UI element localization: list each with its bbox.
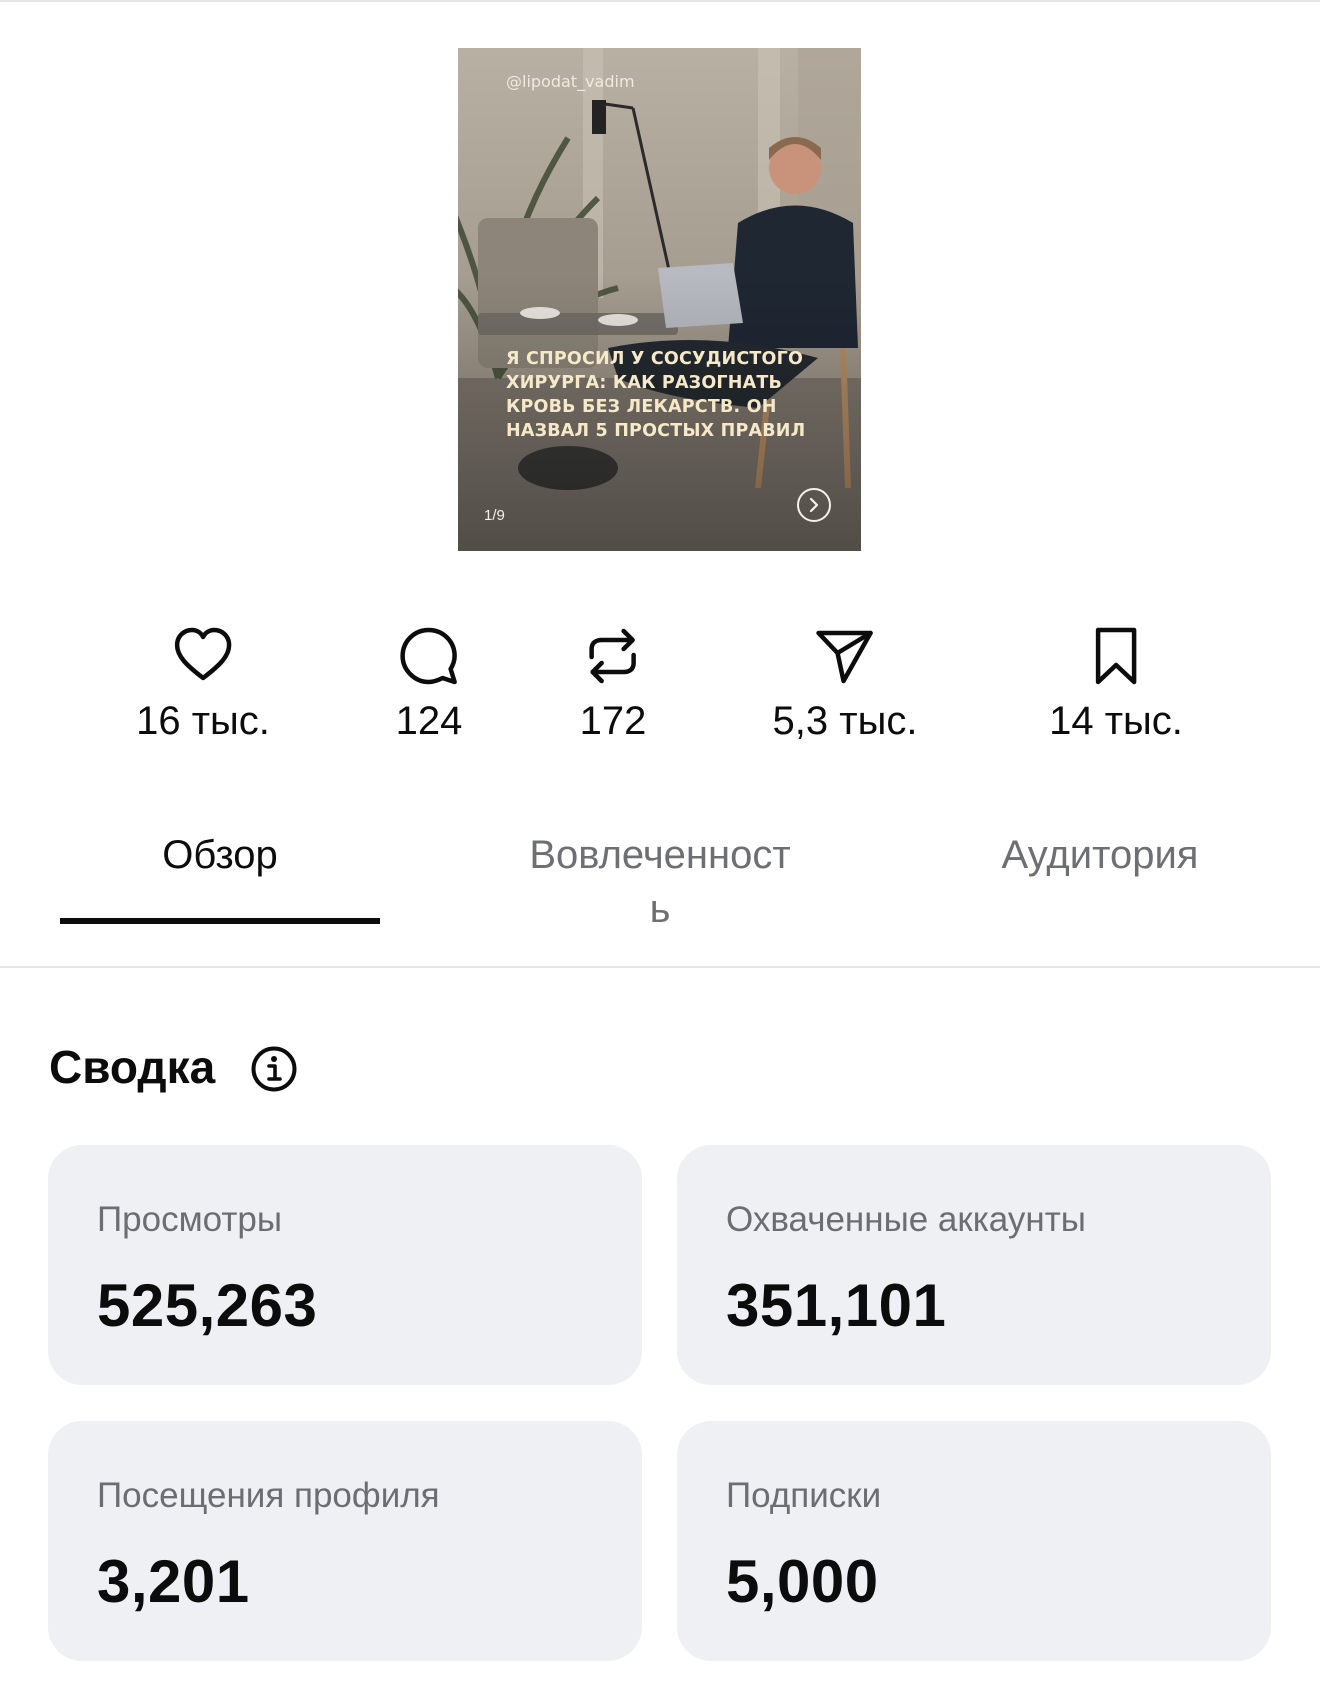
accounts-reached-card[interactable]: Охваченные аккаунты 351,101 <box>677 1145 1271 1385</box>
active-tab-indicator <box>60 918 380 924</box>
tab-engagement[interactable]: Вовлеченност ь <box>500 828 820 936</box>
post-photo <box>458 48 861 551</box>
shares-stat[interactable]: 5,3 тыс. <box>772 625 918 744</box>
bookmark-icon <box>1085 625 1147 687</box>
slide-counter: 1/9 <box>484 507 505 524</box>
tab-overview[interactable]: Обзор <box>60 828 380 882</box>
comment-icon <box>398 625 460 687</box>
post-preview[interactable]: @lipodat_vadim Я спросил у сосудистого х… <box>458 48 861 551</box>
tab-audience[interactable]: Аудитория <box>940 828 1260 882</box>
comments-count: 124 <box>395 699 463 743</box>
info-icon[interactable] <box>250 1045 298 1093</box>
summary-title: Сводка <box>49 1041 216 1093</box>
share-icon <box>814 625 876 687</box>
saves-count: 14 тыс. <box>1049 699 1183 743</box>
profile-visits-card[interactable]: Посещения профиля 3,201 <box>48 1421 642 1661</box>
repost-icon <box>582 625 644 687</box>
top-divider <box>0 0 1320 2</box>
comments-stat[interactable]: 124 <box>395 625 463 744</box>
reposts-stat[interactable]: 172 <box>579 625 647 744</box>
post-caption: Я спросил у сосудистого хирурга: как раз… <box>506 349 806 441</box>
tabs-divider <box>0 966 1320 968</box>
accounts-reached-label: Охваченные аккаунты <box>726 1200 1086 1239</box>
likes-count: 16 тыс. <box>136 699 270 743</box>
views-card[interactable]: Просмотры 525,263 <box>48 1145 642 1385</box>
follows-label: Подписки <box>726 1476 882 1515</box>
next-slide-button[interactable] <box>797 488 831 522</box>
profile-visits-label: Посещения профиля <box>97 1476 440 1515</box>
likes-stat[interactable]: 16 тыс. <box>136 625 270 744</box>
post-handle: @lipodat_vadim <box>506 72 635 91</box>
follows-value: 5,000 <box>726 1548 879 1615</box>
chevron-right-icon <box>809 497 819 513</box>
shares-count: 5,3 тыс. <box>772 699 918 743</box>
saves-stat[interactable]: 14 тыс. <box>1049 625 1183 744</box>
profile-visits-value: 3,201 <box>97 1548 250 1615</box>
heart-icon <box>172 625 234 687</box>
reposts-count: 172 <box>579 699 647 743</box>
views-label: Просмотры <box>97 1200 282 1239</box>
follows-card[interactable]: Подписки 5,000 <box>677 1421 1271 1661</box>
accounts-reached-value: 351,101 <box>726 1272 947 1339</box>
views-value: 525,263 <box>97 1272 318 1339</box>
